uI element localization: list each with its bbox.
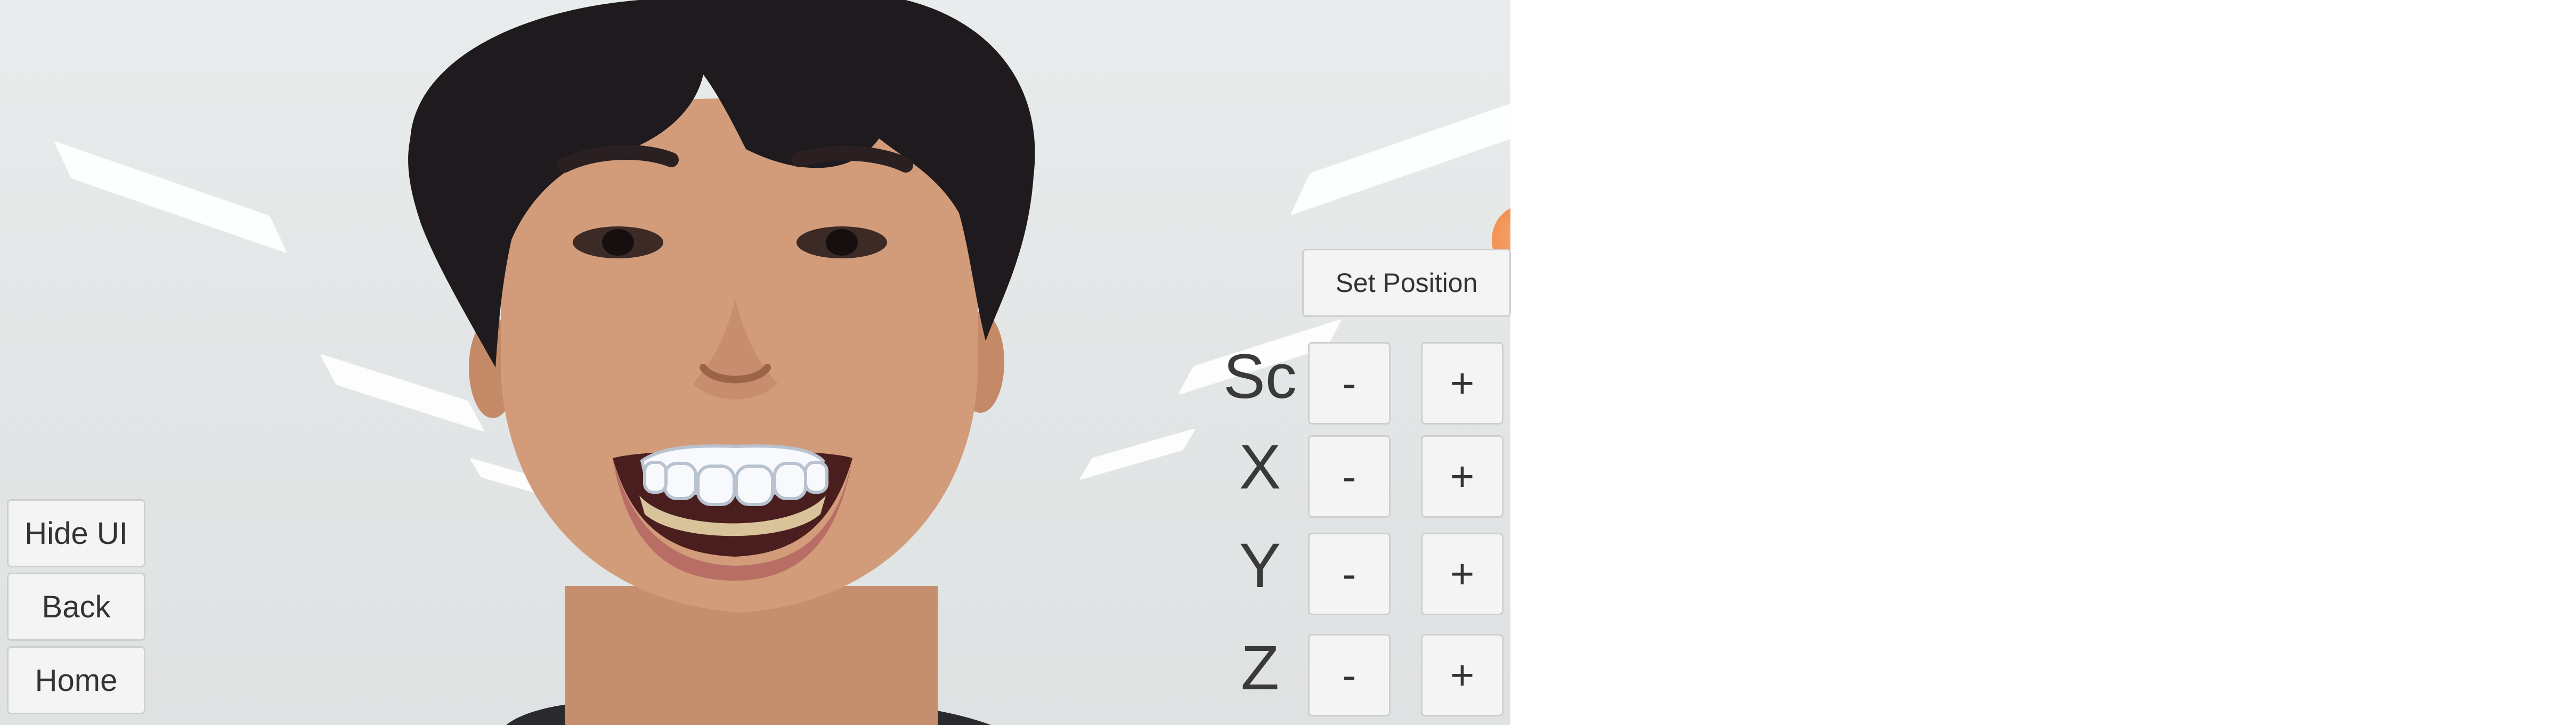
x-minus-button[interactable]: - <box>1308 435 1391 518</box>
x-label: X <box>1239 432 1281 502</box>
y-label: Y <box>1239 531 1281 601</box>
hide-ui-button[interactable]: Hide UI <box>7 499 145 567</box>
scale-minus-button[interactable]: - <box>1308 342 1391 425</box>
z-minus-button[interactable]: - <box>1308 634 1391 716</box>
ar-teeth-model <box>640 444 828 506</box>
scale-plus-button[interactable]: + <box>1421 342 1504 425</box>
y-minus-button[interactable]: - <box>1308 533 1391 615</box>
x-plus-button[interactable]: + <box>1421 435 1504 518</box>
back-button[interactable]: Back <box>7 573 145 641</box>
home-button[interactable]: Home <box>7 646 145 714</box>
z-plus-button[interactable]: + <box>1421 634 1504 716</box>
scale-label: Sc <box>1223 341 1297 412</box>
y-plus-button[interactable]: + <box>1421 533 1504 615</box>
z-label: Z <box>1240 633 1280 703</box>
set-position-button[interactable]: Set Position <box>1302 249 1511 317</box>
app-screen: Hide UI Back Home Set Position Sc - + X … <box>0 0 2576 725</box>
